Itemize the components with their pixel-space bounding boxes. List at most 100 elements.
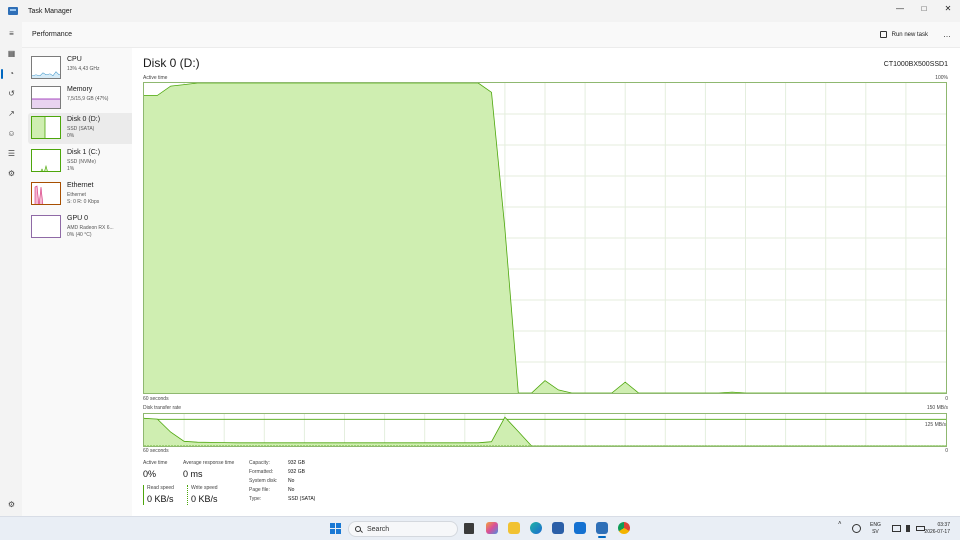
read-speed-label: Read speed <box>147 485 174 491</box>
clock-date: 2026-07-17 <box>924 529 950 535</box>
task-view-icon[interactable] <box>464 523 474 534</box>
device-detail: Ethernet <box>67 192 86 198</box>
device-name: CPU <box>67 56 82 63</box>
disk-title: Disk 0 (D:) <box>143 56 200 70</box>
ethernet-thumbnail <box>31 182 61 205</box>
task-manager-taskbar-icon[interactable] <box>596 522 608 538</box>
transfer-rate-chart <box>143 413 947 447</box>
volume-icon[interactable] <box>906 525 910 532</box>
response-time-label: Average response time <box>183 460 235 466</box>
title-bar: Task Manager — □ ✕ <box>0 0 960 22</box>
device-name: Disk 0 (D:) <box>67 116 101 123</box>
type-value: SSD (SATA) <box>288 496 316 502</box>
device-detail: SSD (SATA) <box>67 126 95 132</box>
disk-model: CT1000BX500SSD1 <box>883 61 948 68</box>
read-speed-value: 0 KB/s <box>147 494 174 504</box>
memory-thumbnail <box>31 86 61 109</box>
language-code: ENG <box>870 522 881 528</box>
store-icon[interactable] <box>552 522 564 534</box>
run-task-icon <box>879 31 887 38</box>
task-manager-icon <box>8 7 18 15</box>
cpu-thumbnail <box>31 56 61 79</box>
active-time-chart-svg <box>144 83 946 393</box>
edge-icon[interactable] <box>530 522 542 534</box>
maximize-button[interactable]: □ <box>912 0 936 16</box>
disk-performance-panel: Disk 0 (D:) CT1000BX500SSD1 Active time … <box>132 48 960 516</box>
details-icon[interactable]: ☰ <box>7 149 16 158</box>
input-language-indicator[interactable]: ENG SV <box>870 522 881 536</box>
device-detail: 7,5/15,9 GB (47%) <box>67 96 109 102</box>
disk-1-thumbnail <box>31 149 61 172</box>
minimize-button[interactable]: — <box>888 0 912 16</box>
page-header: Performance Run new task … <box>22 22 960 48</box>
device-detail: 13% 4,43 GHz <box>67 66 100 72</box>
capacity-value: 932 GB <box>288 460 305 466</box>
more-options-button[interactable]: … <box>943 30 952 39</box>
write-speed-value: 0 KB/s <box>191 494 218 504</box>
settings-icon[interactable]: ⚙ <box>7 500 16 509</box>
taskbar: Search ˄ ENG SV 03:37 2026-07-17 <box>0 516 960 540</box>
search-label: Search <box>367 525 390 533</box>
run-new-task-button[interactable]: Run new task <box>879 31 928 38</box>
start-logo-tile <box>330 529 335 534</box>
services-icon[interactable]: ⚙ <box>7 169 16 178</box>
formatted-value: 932 GB <box>288 469 305 475</box>
formatted-label: Formatted: <box>249 469 274 475</box>
active-time-chart-label: Active time <box>143 75 168 81</box>
window-title: Task Manager <box>28 7 72 15</box>
processes-icon[interactable]: ▦ <box>7 49 16 58</box>
startup-apps-icon[interactable]: ↗ <box>7 109 16 118</box>
disk-0-thumbnail <box>31 116 61 139</box>
file-explorer-icon[interactable] <box>508 522 520 534</box>
taskbar-search[interactable]: Search <box>348 521 458 537</box>
device-usage: 1% <box>67 166 75 172</box>
performance-icon[interactable]: ◔ <box>7 69 16 78</box>
keyboard-layout-code: SV <box>872 529 879 535</box>
hamburger-menu-icon[interactable]: ≡ <box>7 29 16 38</box>
transfer-rate-chart-label: Disk transfer rate <box>143 405 182 411</box>
start-logo-tile <box>336 523 341 528</box>
transfer-rate-max-label: 150 MB/s <box>926 405 948 411</box>
wifi-icon[interactable] <box>892 525 901 532</box>
navigation-rail: ≡ ▦ ◔ ↺ ↗ ☺ ☰ ⚙ ⚙ <box>0 22 22 516</box>
copilot-icon[interactable] <box>486 522 498 534</box>
system-disk-label: System disk: <box>249 478 278 484</box>
active-time-stat-label: Active time <box>143 460 168 466</box>
search-icon <box>355 526 361 532</box>
start-button[interactable] <box>330 523 341 534</box>
run-new-task-label: Run new task <box>891 31 928 38</box>
start-logo-tile <box>336 529 341 534</box>
system-disk-value: No <box>288 478 295 484</box>
network-status-icon[interactable] <box>852 524 861 533</box>
write-speed-label: Write speed <box>191 485 218 491</box>
write-speed-indicator <box>187 485 188 505</box>
system-clock[interactable]: 03:37 2026-07-17 <box>924 522 950 536</box>
capacity-label: Capacity: <box>249 460 270 466</box>
transfer-rate-axis-end: 0 <box>945 448 948 454</box>
device-usage: S: 0 R: 0 Kbps <box>67 199 100 205</box>
device-list: CPU 13% 4,43 GHz Memory 7,5/15,9 GB (47%… <box>22 48 150 516</box>
device-detail: AMD Radeon RX 6... <box>67 225 114 231</box>
show-hidden-icons-button[interactable]: ˄ <box>838 521 842 527</box>
users-icon[interactable]: ☺ <box>7 129 16 138</box>
active-time-axis-end: 0 <box>945 396 948 402</box>
page-file-value: No <box>288 487 295 493</box>
device-name: Disk 1 (C:) <box>67 149 101 156</box>
outlook-icon[interactable] <box>574 522 586 534</box>
gpu-0-thumbnail <box>31 215 61 238</box>
transfer-rate-reference-label: 125 MB/s <box>924 422 946 428</box>
device-name: GPU 0 <box>67 215 89 222</box>
transfer-rate-chart-svg <box>144 414 946 446</box>
active-time-axis-start: 60 seconds <box>143 396 169 402</box>
page-title: Performance <box>32 31 73 38</box>
transfer-rate-axis-start: 60 seconds <box>143 448 169 454</box>
type-label: Type: <box>249 496 262 502</box>
window-controls: — □ ✕ <box>888 0 960 22</box>
device-usage: 0% (40 °C) <box>67 232 92 238</box>
chrome-icon[interactable] <box>618 522 630 534</box>
device-usage: 0% <box>67 133 75 139</box>
device-detail: SSD (NVMe) <box>67 159 96 165</box>
close-button[interactable]: ✕ <box>936 0 960 16</box>
active-time-max-label: 100% <box>935 75 948 81</box>
app-history-icon[interactable]: ↺ <box>7 89 16 98</box>
